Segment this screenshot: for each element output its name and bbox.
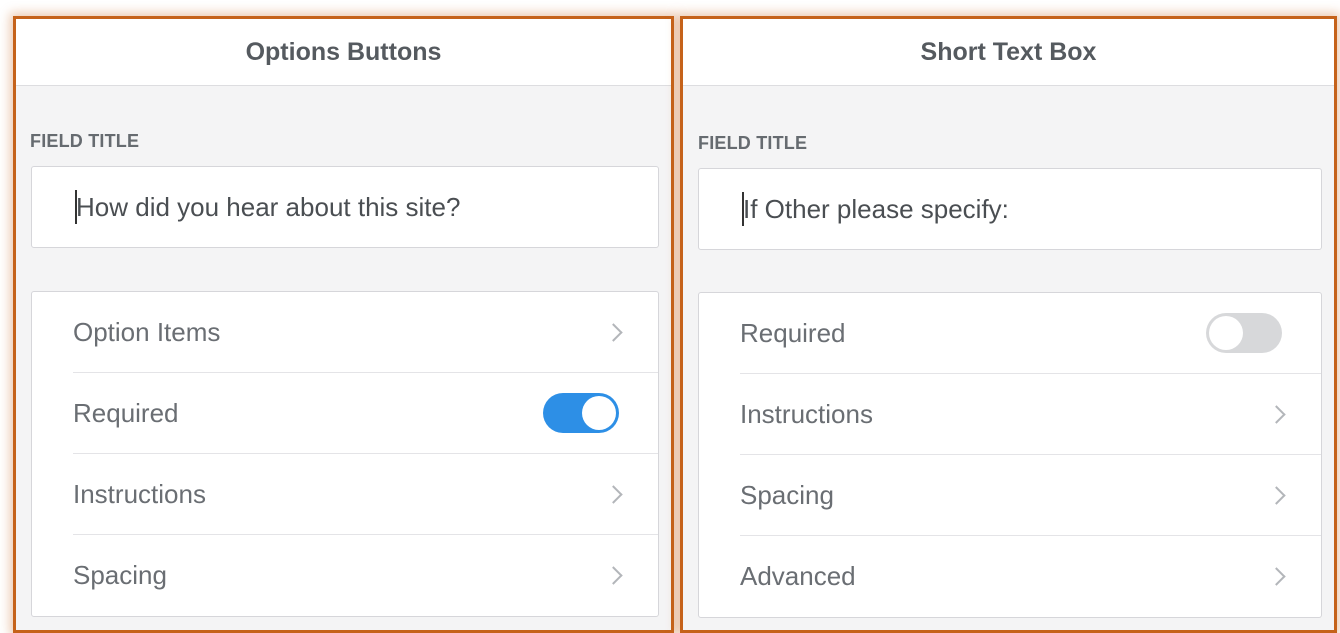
field-title-input[interactable]: If Other please specify: [698,168,1322,250]
settings-list: Option Items Required Instructions Spaci… [31,291,659,617]
short-text-box-panel: Short Text Box FIELD TITLE If Other plea… [680,16,1337,633]
field-title-label: FIELD TITLE [698,133,808,153]
setting-row-required: Required [740,293,1321,374]
text-cursor [742,192,744,226]
options-buttons-panel: Options Buttons FIELD TITLE How did you … [13,16,674,633]
field-title-label: FIELD TITLE [30,131,140,151]
setting-row-label: Option Items [73,316,221,347]
field-title-value: How did you hear about this site? [76,191,461,222]
panel-title: Short Text Box [683,19,1334,86]
setting-row-advanced[interactable]: Advanced [740,536,1321,617]
required-toggle[interactable] [1206,313,1282,353]
setting-row-label: Advanced [740,561,856,591]
setting-row-option-items[interactable]: Option Items [73,292,658,373]
setting-row-label: Instructions [740,398,873,429]
settings-list: Required Instructions Spacing Advanced [698,292,1322,618]
field-title-value: If Other please specify: [743,193,1009,224]
required-toggle[interactable] [543,393,619,433]
text-cursor [75,190,77,224]
setting-row-label: Spacing [73,560,167,590]
panel-title: Options Buttons [16,19,671,86]
setting-row-label: Spacing [740,479,834,510]
toggle-knob [1209,316,1243,350]
setting-row-spacing[interactable]: Spacing [73,535,658,616]
setting-row-label: Instructions [73,478,206,509]
setting-row-required: Required [73,373,658,454]
setting-row-instructions[interactable]: Instructions [73,454,658,535]
setting-row-instructions[interactable]: Instructions [740,374,1321,455]
setting-row-spacing[interactable]: Spacing [740,455,1321,536]
toggle-knob [582,396,616,430]
field-title-input[interactable]: How did you hear about this site? [31,166,659,248]
